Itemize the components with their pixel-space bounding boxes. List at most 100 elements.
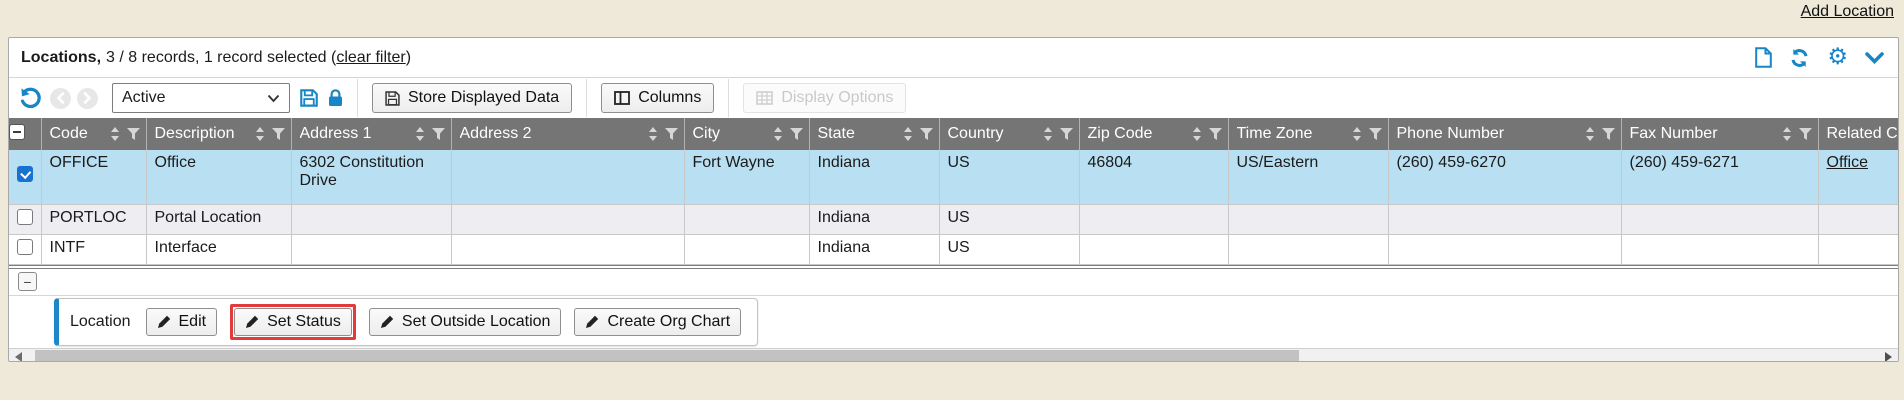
store-displayed-data-button[interactable]: Store Displayed Data <box>372 83 572 113</box>
column-header-timezone[interactable]: Time Zone <box>1228 118 1388 150</box>
clear-filter-link[interactable]: clear filter <box>336 49 405 67</box>
cell-city <box>684 204 809 234</box>
add-location-link[interactable]: Add Location <box>1801 3 1894 21</box>
floppy-icon <box>385 91 400 106</box>
table-row[interactable]: OFFICE Office 6302 Constitution Drive Fo… <box>9 150 1898 204</box>
sort-icon[interactable] <box>415 127 425 141</box>
sort-icon[interactable] <box>903 127 913 141</box>
table-row[interactable]: PORTLOC Portal Location Indiana US <box>9 204 1898 234</box>
pencil-icon <box>157 315 171 329</box>
sort-icon[interactable] <box>1192 127 1202 141</box>
cell-address1 <box>291 204 451 234</box>
filter-icon[interactable] <box>1060 128 1073 140</box>
scrollbar-thumb[interactable] <box>35 350 1299 363</box>
filter-icon[interactable] <box>920 128 933 140</box>
record-summary-suffix: ) <box>406 49 411 67</box>
column-header-country[interactable]: Country <box>939 118 1079 150</box>
sort-icon[interactable] <box>1043 127 1053 141</box>
column-header-phone[interactable]: Phone Number <box>1388 118 1621 150</box>
filter-icon[interactable] <box>1799 128 1812 140</box>
collapse-actions-icon[interactable]: − <box>18 272 37 291</box>
cell-country: US <box>939 204 1079 234</box>
refresh-icon[interactable] <box>1789 48 1810 68</box>
next-record-icon[interactable] <box>77 88 98 109</box>
panel-title-bar: Locations, 3 / 8 records, 1 record selec… <box>9 38 1898 78</box>
row-checkbox[interactable] <box>17 239 33 255</box>
toolbar-separator <box>357 79 358 117</box>
sort-icon[interactable] <box>110 127 120 141</box>
filter-icon[interactable] <box>127 128 140 140</box>
toolbar-separator <box>728 79 729 117</box>
edit-button[interactable]: Edit <box>146 308 218 336</box>
select-all-checkbox[interactable] <box>9 124 25 140</box>
display-options-label: Display Options <box>781 89 893 107</box>
cell-fax <box>1621 234 1818 264</box>
scroll-right-icon[interactable] <box>1885 352 1892 362</box>
action-group-label: Location <box>70 313 131 331</box>
filter-icon[interactable] <box>1209 128 1222 140</box>
row-checkbox[interactable] <box>17 166 33 182</box>
set-status-button[interactable]: Set Status <box>234 308 352 336</box>
sort-icon[interactable] <box>1782 127 1792 141</box>
select-all-header[interactable] <box>9 118 41 150</box>
edit-label: Edit <box>179 313 207 331</box>
filter-icon[interactable] <box>432 128 445 140</box>
filter-icon[interactable] <box>665 128 678 140</box>
scroll-left-icon[interactable] <box>15 352 22 362</box>
lock-icon[interactable] <box>328 89 343 107</box>
save-view-icon[interactable] <box>300 89 318 107</box>
status-filter-select[interactable]: Active <box>112 83 290 113</box>
set-outside-location-button[interactable]: Set Outside Location <box>369 308 562 336</box>
create-org-chart-button[interactable]: Create Org Chart <box>574 308 741 336</box>
column-header-city[interactable]: City <box>684 118 809 150</box>
sort-icon[interactable] <box>648 127 658 141</box>
undo-icon[interactable] <box>19 87 42 109</box>
row-select-cell[interactable] <box>9 234 41 264</box>
column-header-description[interactable]: Description <box>146 118 291 150</box>
table-row[interactable]: INTF Interface Indiana US <box>9 234 1898 264</box>
actions-collapse-bar: − <box>9 269 1898 296</box>
column-header-address1[interactable]: Address 1 <box>291 118 451 150</box>
column-header-state[interactable]: State <box>809 118 939 150</box>
cell-code: OFFICE <box>41 150 146 204</box>
column-header-code[interactable]: Code <box>41 118 146 150</box>
previous-record-icon[interactable] <box>50 88 71 109</box>
set-status-label: Set Status <box>267 313 341 331</box>
cell-code: PORTLOC <box>41 204 146 234</box>
sort-icon[interactable] <box>773 127 783 141</box>
filter-icon[interactable] <box>1602 128 1615 140</box>
row-select-cell[interactable] <box>9 204 41 234</box>
cell-address2 <box>451 234 684 264</box>
sort-icon[interactable] <box>1585 127 1595 141</box>
cell-timezone <box>1228 234 1388 264</box>
filter-icon[interactable] <box>790 128 803 140</box>
display-options-button: Display Options <box>743 83 906 113</box>
chevron-down-icon[interactable] <box>1865 52 1884 64</box>
cell-address1: 6302 Constitution Drive <box>291 150 451 204</box>
record-summary: 3 / 8 records, 1 record selected ( <box>106 49 336 67</box>
filter-icon[interactable] <box>1369 128 1382 140</box>
cell-fax <box>1621 204 1818 234</box>
cell-city <box>684 234 809 264</box>
related-chart-link[interactable]: Office <box>1827 154 1869 171</box>
columns-icon <box>614 91 630 105</box>
gear-icon[interactable]: ⚙ <box>1827 46 1848 69</box>
filter-icon[interactable] <box>272 128 285 140</box>
row-checkbox[interactable] <box>17 209 33 225</box>
horizontal-scrollbar[interactable] <box>9 348 1898 363</box>
columns-button[interactable]: Columns <box>601 83 714 113</box>
row-select-cell[interactable] <box>9 150 41 204</box>
cell-city: Fort Wayne <box>684 150 809 204</box>
column-header-zipcode[interactable]: Zip Code <box>1079 118 1228 150</box>
cell-code: INTF <box>41 234 146 264</box>
sort-icon[interactable] <box>1352 127 1362 141</box>
page: { "page": { "add_location_link": "Add Lo… <box>0 0 1904 400</box>
grid-toolbar: Active Store Displayed Data Columns Disp… <box>9 78 1898 118</box>
column-header-related-charts[interactable]: Related Cha <box>1818 118 1898 150</box>
pencil-icon <box>245 315 259 329</box>
column-header-fax[interactable]: Fax Number <box>1621 118 1818 150</box>
sort-icon[interactable] <box>255 127 265 141</box>
column-header-address2[interactable]: Address 2 <box>451 118 684 150</box>
cell-description: Office <box>146 150 291 204</box>
new-document-icon[interactable] <box>1755 47 1772 68</box>
